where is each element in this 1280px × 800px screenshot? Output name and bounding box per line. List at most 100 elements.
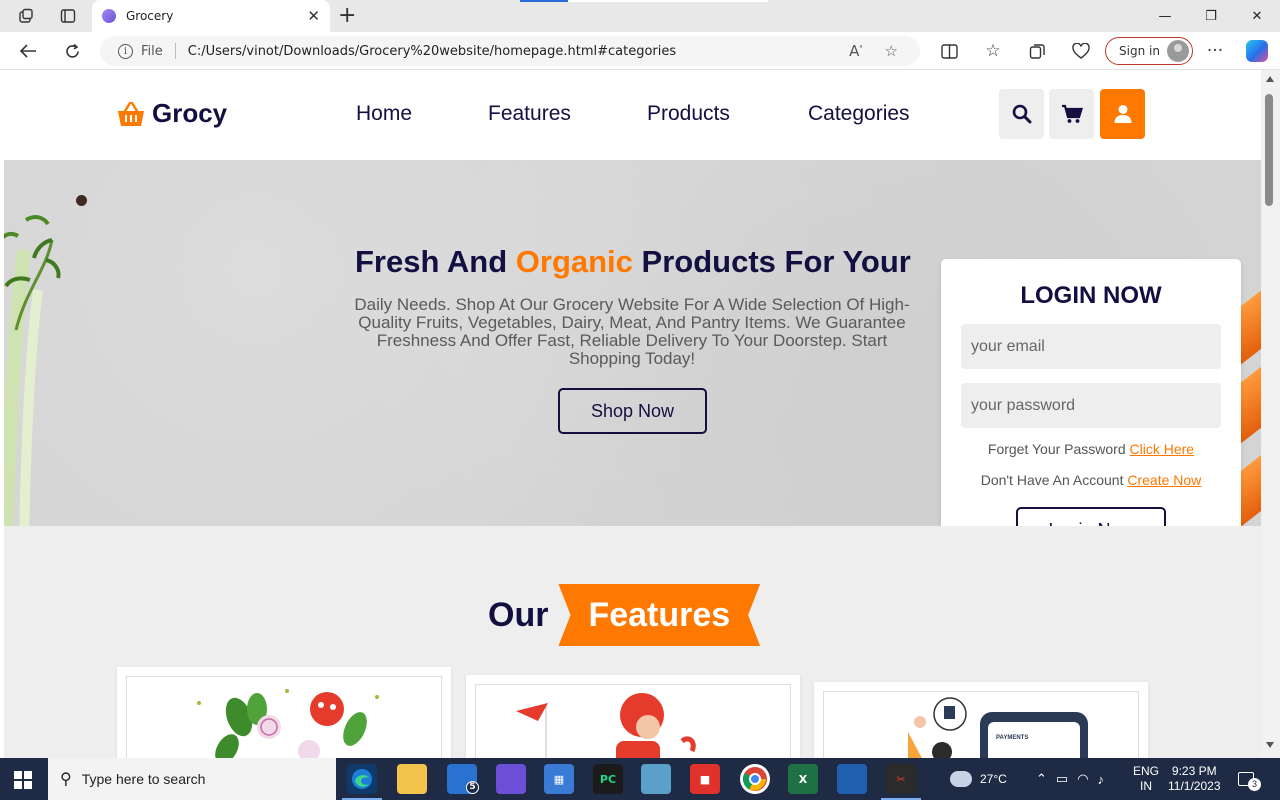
weather-icon <box>950 771 972 787</box>
tab-actions-icon[interactable] <box>58 6 78 26</box>
more-options-icon[interactable]: ··· <box>1204 40 1226 62</box>
herb-decoration <box>4 215 61 526</box>
password-field[interactable] <box>961 383 1221 428</box>
user-button[interactable] <box>1100 89 1145 139</box>
excel-app-icon[interactable]: X <box>788 764 818 794</box>
logo-text: Grocy <box>152 98 228 128</box>
pycharm-app-icon[interactable]: PC <box>593 764 623 794</box>
delivery-illustration <box>516 693 696 758</box>
windows-start-icon[interactable] <box>14 771 32 789</box>
language-code: ENG <box>1133 764 1160 778</box>
photos-app-icon[interactable] <box>837 764 867 794</box>
snip-app-icon[interactable]: ✂ <box>886 764 916 794</box>
mail-badge: 5 <box>466 781 479 794</box>
scrollbar-thumb[interactable] <box>1265 94 1273 206</box>
favorite-star-icon[interactable]: ☆ <box>885 42 898 60</box>
tab-strip-indicator <box>520 0 568 2</box>
site-info-icon[interactable]: i <box>118 43 133 59</box>
store-app-icon[interactable]: ▦ <box>544 764 574 794</box>
new-tab-icon[interactable]: + <box>338 3 356 28</box>
tray-chevron-icon[interactable]: ⌃ <box>1036 771 1056 787</box>
refresh-icon[interactable] <box>61 40 83 62</box>
notifications-button[interactable]: 3 <box>1238 758 1261 800</box>
favorites-icon[interactable]: ☆ <box>982 40 1004 62</box>
copilot-icon[interactable] <box>1246 40 1268 62</box>
nav-home[interactable]: Home <box>356 102 412 126</box>
tab-strip-highlight <box>568 0 768 2</box>
tab-title: Grocery <box>126 9 174 23</box>
feature-card-image <box>126 676 442 758</box>
click-here-link[interactable]: Click Here <box>1130 441 1195 457</box>
read-aloud-icon[interactable]: Aᵃ <box>849 42 862 60</box>
system-tray-icons[interactable]: ⌃ ▭ ◠ ♪ <box>1036 758 1113 800</box>
login-title: LOGIN NOW <box>1020 282 1162 309</box>
address-file-label: File <box>141 43 163 59</box>
payments-illustration-text: PAYMENTS <box>996 735 1029 741</box>
region-code: IN <box>1140 779 1152 793</box>
browser-essentials-icon[interactable] <box>1070 40 1092 62</box>
windows-taskbar: ⚲ Type here to search 5 ▦ PC ■ X ✂ 27°C … <box>0 758 1280 800</box>
feature-card-image <box>475 684 791 758</box>
close-window-icon[interactable]: ✕ <box>1234 0 1280 32</box>
sign-in-button[interactable]: Sign in <box>1105 37 1193 65</box>
sign-in-label: Sign in <box>1119 44 1160 58</box>
address-url[interactable]: C:/Users/vinot/Downloads/Grocery%20websi… <box>188 44 849 59</box>
features-heading-ribbon: Features <box>558 584 761 646</box>
page-scrollbar[interactable] <box>1261 70 1280 758</box>
split-screen-icon[interactable] <box>938 40 960 62</box>
workspaces-icon[interactable] <box>16 6 36 26</box>
site-logo[interactable]: Grocy <box>116 98 227 129</box>
file-explorer-icon[interactable] <box>397 764 427 794</box>
clock[interactable]: 9:23 PM 11/1/2023 <box>1168 758 1221 800</box>
site-header: Grocy Home Features Products Categories <box>4 70 1261 160</box>
address-bar[interactable]: i File C:/Users/vinot/Downloads/Grocery%… <box>100 36 920 66</box>
forgot-password-line: Forget Your Password Click Here <box>941 441 1241 457</box>
browser-tab[interactable]: Grocery ✕ <box>92 0 330 32</box>
hero-title-end: Products For Your <box>641 244 911 279</box>
restore-icon[interactable]: ❐ <box>1188 0 1234 32</box>
window-controls: — ❐ ✕ <box>1142 0 1280 32</box>
volume-icon[interactable]: ♪ <box>1098 772 1114 787</box>
search-button[interactable] <box>999 89 1044 139</box>
tab-close-icon[interactable]: ✕ <box>307 7 320 25</box>
sticky-app-icon[interactable] <box>641 764 671 794</box>
email-field[interactable] <box>961 324 1221 369</box>
back-arrow-icon[interactable] <box>17 40 39 62</box>
nav-products[interactable]: Products <box>647 102 730 126</box>
cart-button[interactable] <box>1049 89 1094 139</box>
chrome-app-icon[interactable] <box>740 764 770 794</box>
nav-categories[interactable]: Categories <box>808 102 910 126</box>
language-indicator[interactable]: ENG IN <box>1133 758 1159 800</box>
clock-date: 11/1/2023 <box>1168 779 1221 793</box>
minimize-icon[interactable]: — <box>1142 0 1188 32</box>
battery-icon[interactable]: ▭ <box>1056 771 1077 787</box>
taskbar-search-placeholder: Type here to search <box>81 771 206 787</box>
peppercorn-decoration <box>76 195 87 206</box>
create-account-text: Don't Have An Account <box>980 472 1124 488</box>
edge-app-icon[interactable] <box>347 764 377 794</box>
feature-card-fresh <box>117 667 451 758</box>
scroll-up-icon[interactable] <box>1266 76 1274 82</box>
create-now-link[interactable]: Create Now <box>1127 472 1201 488</box>
shop-now-button[interactable]: Shop Now <box>558 388 707 434</box>
copilot-taskbar-icon[interactable] <box>496 764 526 794</box>
taskbar-search-box[interactable]: ⚲ Type here to search <box>48 758 336 800</box>
office-app-icon[interactable]: ■ <box>690 764 720 794</box>
profile-avatar-icon <box>1167 40 1189 62</box>
tab-favicon-icon <box>102 9 116 23</box>
user-icon <box>1114 105 1131 123</box>
weather-temperature: 27°C <box>980 772 1007 786</box>
browser-toolbar: i File C:/Users/vinot/Downloads/Grocery%… <box>0 32 1280 70</box>
mail-app-icon[interactable]: 5 <box>447 764 479 794</box>
weather-widget[interactable]: 27°C <box>950 758 1007 800</box>
hero-section: Fresh And Organic Products For Your Dail… <box>4 160 1261 526</box>
cart-icon <box>1061 104 1083 123</box>
nav-features[interactable]: Features <box>488 102 571 126</box>
search-icon <box>1012 104 1031 124</box>
taskbar-search-icon: ⚲ <box>60 771 72 788</box>
login-now-button[interactable]: Login Now <box>1016 507 1166 526</box>
wifi-icon[interactable]: ◠ <box>1077 771 1097 787</box>
scroll-down-icon[interactable] <box>1266 742 1274 748</box>
forgot-password-text: Forget Your Password <box>987 441 1126 457</box>
collections-icon[interactable] <box>1026 40 1048 62</box>
